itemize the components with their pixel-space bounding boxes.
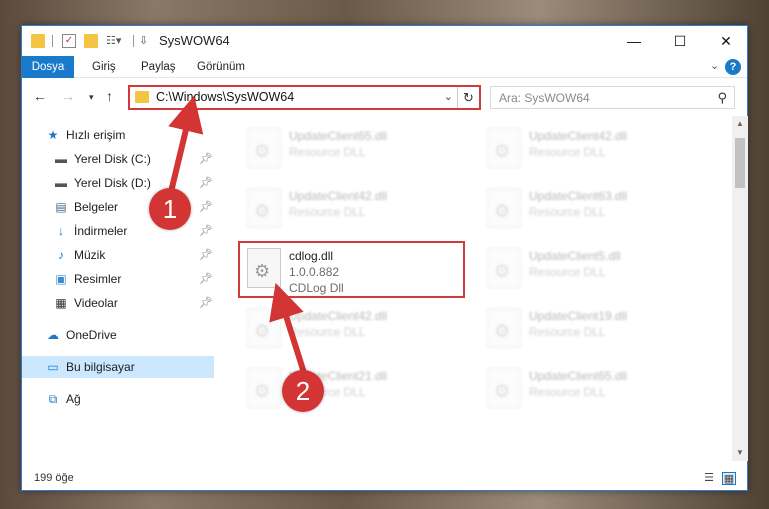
annotation-arrows — [167, 95, 308, 379]
step-2-callout: 2 — [282, 370, 324, 412]
arrow-1 — [167, 95, 204, 199]
step-1-callout: 1 — [149, 188, 191, 230]
arrow-2 — [269, 282, 308, 379]
